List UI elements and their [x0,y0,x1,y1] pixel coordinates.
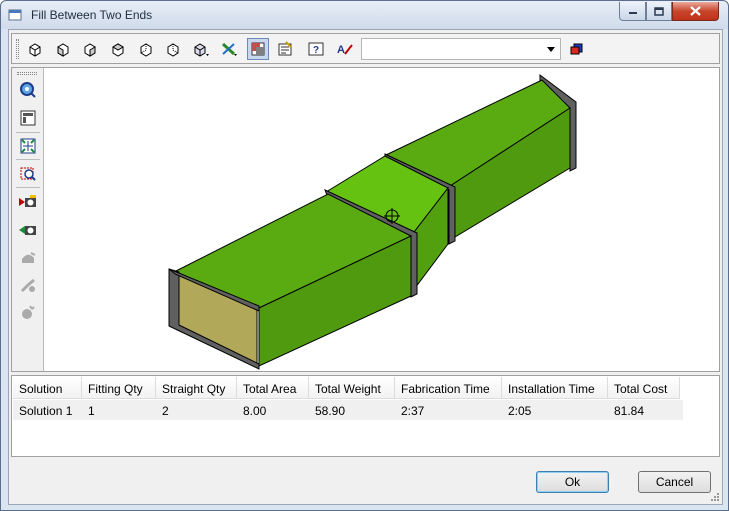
view-right-button[interactable] [162,38,184,60]
view-cube-side-icon [84,43,96,57]
column-header[interactable]: Fitting Qty [82,377,156,399]
next-camera-icon [19,226,36,235]
spelling-button[interactable]: A [334,38,356,60]
close-button[interactable] [672,2,719,21]
table-cell: 2:37 [401,404,425,418]
separator [16,187,40,188]
zoom-fit-button[interactable] [18,136,38,156]
3d-viewport[interactable] [11,67,720,372]
table-header: Solution Fitting Qty Straight Qty Total … [13,377,683,399]
view-cube-front-icon [57,43,69,57]
column-header[interactable]: Total Area [237,377,309,399]
column-header[interactable]: Fabrication Time [395,377,502,399]
title-bar[interactable]: Fill Between Two Ends [1,1,728,29]
zoom-select-button[interactable] [18,164,38,184]
view-back-button[interactable] [135,38,157,60]
properties-button[interactable] [274,38,296,60]
view-iso-button[interactable] [190,38,212,60]
view-cube-right-icon [167,43,179,57]
duct-model[interactable] [45,68,719,371]
pan-icon [20,278,35,293]
column-header[interactable]: Solution [13,377,82,399]
help-button[interactable]: ? [305,38,327,60]
maximize-icon [654,6,664,16]
table-cell: 8.00 [243,404,267,418]
view-toolbar [12,68,44,371]
svg-text:A: A [337,44,345,56]
view-front-button[interactable] [52,38,74,60]
rotate-icon [22,252,36,263]
zoom-extents-button[interactable] [18,80,38,100]
main-toolbar: ? A [11,33,720,64]
ok-button[interactable]: Ok [536,471,609,493]
dialog-client: ? A Solution Fitting Qty Straight Qty To… [8,29,723,505]
separator [16,132,40,133]
table-cell: 2 [162,404,169,418]
table-cell: 1 [88,404,95,418]
minimize-icon [628,12,637,14]
view-cube-top-icon [112,43,124,57]
zoom-window-icon [20,110,36,126]
connect-ends-button[interactable] [218,38,240,60]
next-camera-button[interactable] [18,220,38,240]
rotate-button[interactable] [18,248,38,268]
table-cell: 81.84 [614,404,645,418]
resize-grip-icon[interactable] [710,492,720,502]
zoom-select-icon [20,167,36,181]
previous-camera-icon [19,195,36,207]
zoom-fit-icon [20,138,36,154]
window-title: Fill Between Two Ends [31,8,153,22]
solutions-table: Solution Fitting Qty Straight Qty Total … [11,375,720,457]
help-icon: ? [308,42,324,56]
explode-icon [22,305,35,319]
app-icon [8,9,22,21]
properties-icon [278,41,292,56]
zoom-extents-icon [20,82,36,98]
zoom-window-button[interactable] [18,108,38,128]
layers-icon [570,43,583,55]
table-cell: 58.90 [315,404,346,418]
table-row[interactable]: Solution 1 1 2 8.00 58.90 2:37 2:05 81.8… [13,400,683,420]
separator [16,159,40,160]
pan-button[interactable] [18,276,38,296]
previous-camera-button[interactable] [18,192,38,212]
view-top-button[interactable] [107,38,129,60]
explode-button[interactable] [18,302,38,322]
view-cube-back-icon [140,43,152,57]
column-header[interactable]: Installation Time [502,377,608,399]
display-mode-button[interactable] [247,38,269,60]
column-header[interactable]: Straight Qty [156,377,237,399]
view-cube-button[interactable] [24,38,46,60]
view-cube-icon [29,43,41,57]
connect-ends-icon [221,42,237,56]
toolbar-grip[interactable] [16,39,19,59]
table-cell: 2:05 [508,404,532,418]
layers-button[interactable] [566,38,588,60]
svg-text:?: ? [313,45,319,56]
chevron-down-icon [547,47,555,52]
column-header[interactable]: Total Weight [309,377,395,399]
maximize-button[interactable] [646,2,672,21]
view-toolbar-grip[interactable] [17,72,37,75]
view-cube-iso-icon [194,43,209,57]
minimize-button[interactable] [619,2,646,21]
display-mode-icon [251,42,265,56]
view-side-button[interactable] [79,38,101,60]
table-cell: Solution 1 [19,404,73,418]
column-header[interactable]: Total Cost [608,377,680,399]
cancel-button[interactable]: Cancel [638,471,711,493]
layer-combo[interactable] [361,38,561,60]
spelling-icon: A [337,44,353,56]
dialog-window: Fill Between Two Ends ? A Solution Fitti… [0,0,729,511]
close-icon [690,6,701,16]
